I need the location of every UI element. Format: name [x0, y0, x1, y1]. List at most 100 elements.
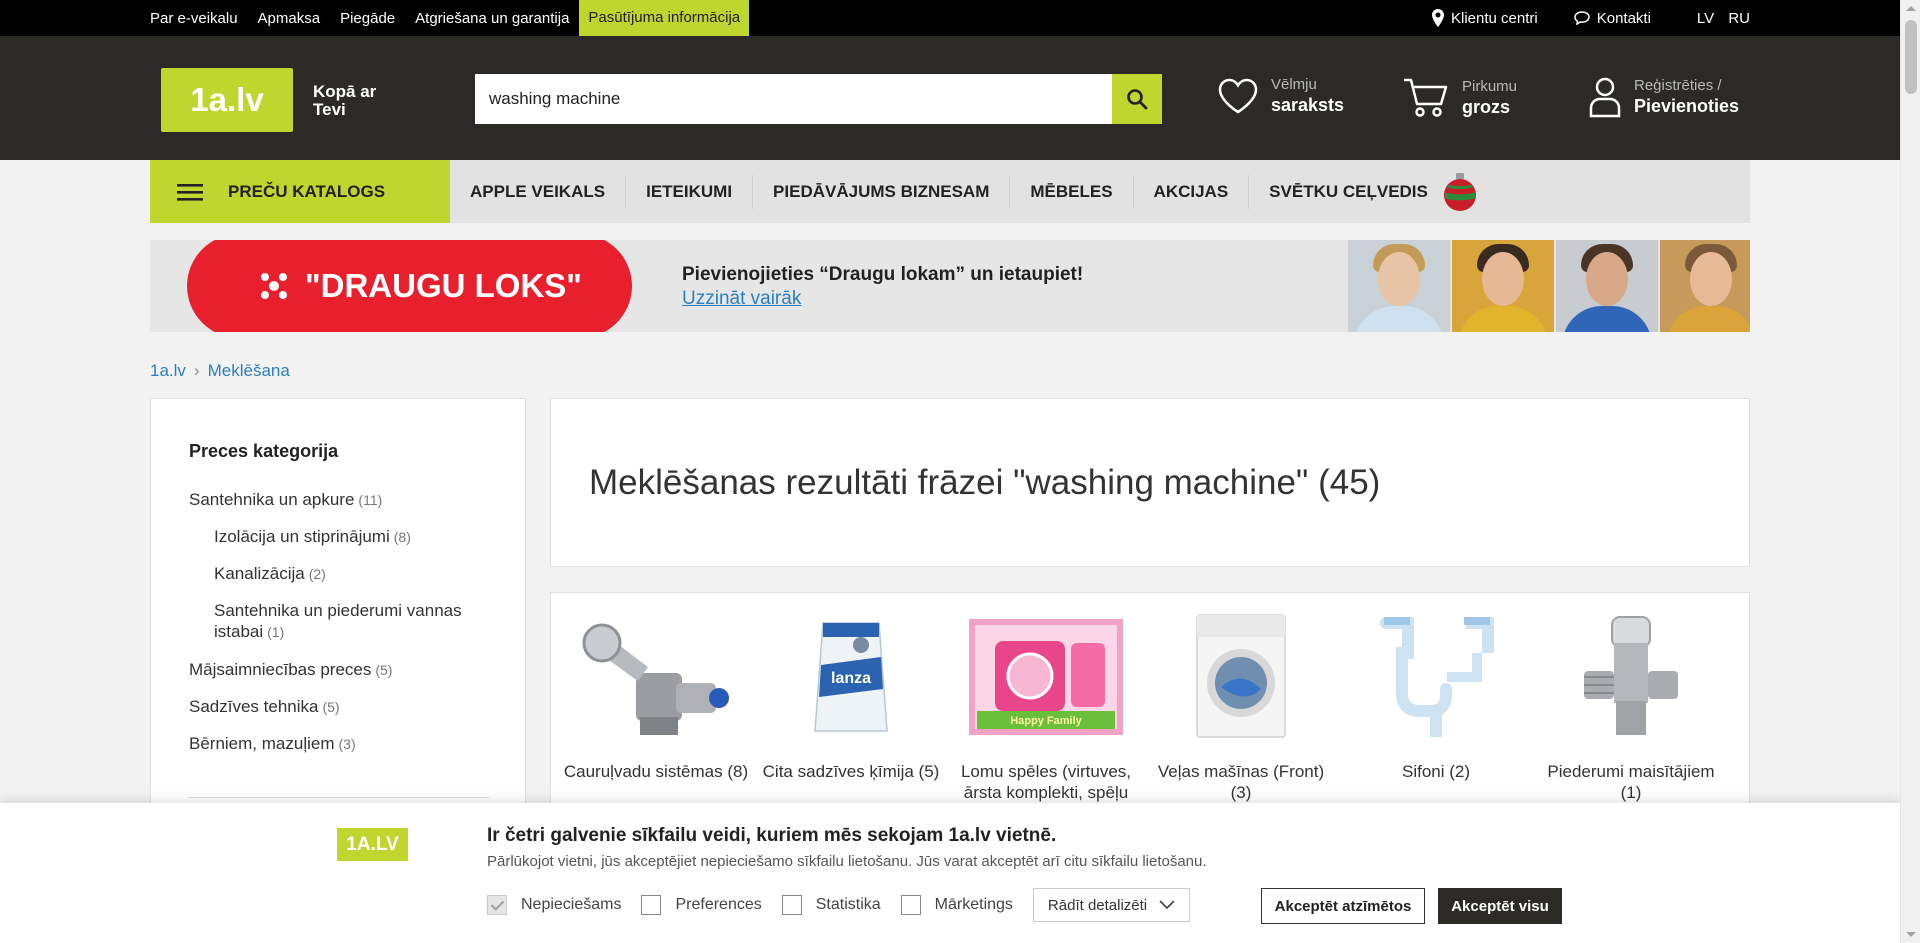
product-category-card[interactable]: Veļas mašīnas (Front) (3) — [1146, 613, 1336, 803]
product-catalog-button[interactable]: PREČU KATALOGS — [150, 160, 450, 223]
product-category-label: Lomu spēles (virtuves, ārsta komplekti, … — [960, 762, 1132, 802]
account-link[interactable]: Reģistrēties / Pievienoties — [1588, 76, 1739, 118]
product-category-card[interactable]: Sifoni (2) — [1341, 613, 1531, 782]
product-category-card[interactable]: Cauruļvadu sistēmas (8) — [561, 613, 751, 782]
nav-item-recommendations[interactable]: IETEIKUMI — [626, 174, 754, 209]
category-item[interactable]: Kanalizācija (2) — [214, 563, 326, 585]
face-photo — [1660, 240, 1750, 332]
friends-circle-icon — [261, 273, 287, 299]
category-item[interactable]: Izolācija un stiprinājumi (8) — [214, 526, 411, 548]
site-header: 1a.lv Kopā ar Tevi Vēlmju saraksts Pirku… — [0, 36, 1900, 160]
tagline-line1: Kopā ar — [313, 82, 377, 101]
search-button[interactable] — [1112, 74, 1162, 124]
christmas-ornament-icon — [1443, 172, 1476, 211]
top-link-returns[interactable]: Atgriešana un garantija — [415, 10, 569, 27]
account-label-2: Pievienoties — [1634, 96, 1740, 116]
nav-item-business[interactable]: PIEDĀVĀJUMS BIZNESAM — [753, 174, 1011, 209]
promo-banner[interactable]: "DRAUGU LOKS" Pievienojieties “Draugu lo… — [150, 240, 1750, 332]
search-input[interactable] — [475, 74, 1112, 124]
nav-items: APPLE VEIKALS IETEIKUMI PIEDĀVĀJUMS BIZN… — [450, 160, 1498, 223]
contacts-label: Kontakti — [1596, 9, 1651, 27]
accept-selected-button[interactable]: Akceptēt atzīmētos — [1261, 888, 1425, 924]
statistics-checkbox[interactable] — [781, 895, 802, 915]
category-label: Santehnika un apkure — [189, 490, 355, 509]
top-link-delivery[interactable]: Piegāde — [340, 10, 395, 27]
marketing-label: Mārketings — [934, 896, 1013, 913]
cookie-opt-statistics[interactable]: Statistika — [781, 895, 881, 915]
promo-title: "DRAUGU LOKS" — [305, 267, 582, 304]
category-item[interactable]: Santehnika un piederumi vannas istabai (1… — [214, 600, 484, 643]
location-pin-icon — [1432, 9, 1444, 27]
lang-lv[interactable]: LV — [1697, 10, 1714, 27]
product-category-card[interactable]: lanza Cita sadzīves ķīmija (5) — [756, 613, 946, 782]
product-category-label: Sifoni (2) — [1401, 762, 1471, 781]
product-category-card[interactable]: Happy Family Lomu spēles (virtuves, ārst… — [951, 613, 1141, 803]
marketing-checkbox[interactable] — [900, 895, 921, 915]
nav-item-holiday-guide[interactable]: SVĒTKU CEĻVEDIS — [1249, 172, 1498, 211]
tagline-line2: Tevi — [313, 100, 346, 119]
top-link-payment[interactable]: Apmaksa — [258, 10, 321, 27]
cart-label-1: Pirkumu — [1462, 78, 1518, 95]
preferences-checkbox[interactable] — [641, 895, 662, 915]
cookie-opt-preferences[interactable]: Preferences — [641, 895, 762, 915]
results-header: Meklēšanas rezultāti frāzei "washing mac… — [550, 398, 1750, 567]
category-item[interactable]: Mājsaimniecības preces (5) — [189, 659, 392, 681]
show-details-button[interactable]: Rādīt detalizēti — [1032, 888, 1191, 922]
product-category-image — [1341, 613, 1531, 739]
account-label-1: Reģistrēties / — [1634, 77, 1722, 94]
category-count: (1) — [267, 624, 285, 640]
promo-pill: "DRAUGU LOKS" — [187, 240, 632, 332]
promo-learn-more-link[interactable]: Uzzināt vairāk — [682, 288, 801, 310]
product-category-label: Piederumi maisītājiem (1) — [1547, 762, 1715, 802]
sidebar-heading: Preces kategorija — [189, 441, 339, 461]
cookie-description: Pārlūkojot vietni, jūs akceptējiet nepie… — [487, 853, 1207, 870]
necessary-checkbox — [487, 895, 507, 915]
sidebar-divider — [189, 797, 489, 798]
product-category-label: Veļas mašīnas (Front) (3) — [1157, 762, 1325, 802]
wishlist-link[interactable]: Vēlmju saraksts — [1217, 76, 1344, 116]
cookie-logo: 1A.LV — [337, 828, 408, 861]
wishlist-label-2: saraksts — [1271, 95, 1345, 115]
cart-link[interactable]: Pirkumu grozs — [1402, 76, 1517, 120]
menu-icon — [177, 183, 203, 201]
page-scrollbar[interactable] — [1900, 0, 1920, 943]
top-link-order-info[interactable]: Pasūtījuma informācija — [579, 0, 750, 36]
category-label: Mājsaimniecības preces — [189, 660, 372, 679]
scroll-down-arrow-icon[interactable] — [1906, 932, 1916, 937]
nav-item-furniture[interactable]: MĒBELES — [1010, 174, 1134, 209]
face-photo — [1452, 240, 1554, 332]
category-item[interactable]: Sadzīves tehnika (5) — [189, 696, 340, 718]
product-category-label: Cauruļvadu sistēmas (8) — [563, 762, 749, 781]
category-item[interactable]: Santehnika un apkure (11) — [189, 489, 382, 511]
product-category-card[interactable]: Piederumi maisītājiem (1) — [1536, 613, 1726, 803]
clients-centers-label: Klientu centri — [1451, 9, 1538, 27]
scrollbar-thumb[interactable] — [1905, 20, 1917, 94]
breadcrumb-current[interactable]: Meklēšana — [208, 361, 290, 381]
tagline: Kopā ar Tevi — [313, 83, 376, 119]
results-title: Meklēšanas rezultāti frāzei "washing mac… — [589, 463, 1381, 502]
cookie-opt-marketing[interactable]: Mārketings — [900, 895, 1013, 915]
category-label: Izolācija un stiprinājumi — [214, 527, 390, 546]
clients-centers-link[interactable]: Klientu centri — [1432, 9, 1538, 27]
cookie-options: Nepieciešams Preferences Statistika Mārk… — [487, 888, 1191, 922]
category-count: (2) — [308, 566, 326, 582]
lang-ru[interactable]: RU — [1728, 10, 1750, 27]
site-logo[interactable]: 1a.lv — [161, 68, 293, 132]
preferences-label: Preferences — [675, 896, 762, 913]
breadcrumb-home[interactable]: 1a.lv — [150, 361, 186, 381]
category-count: (11) — [358, 492, 383, 508]
cookie-consent-bar: 1A.LV Ir četri galvenie sīkfailu veidi, … — [0, 803, 1900, 943]
nav-item-apple[interactable]: APPLE VEIKALS — [450, 174, 627, 209]
product-category-image — [1536, 613, 1726, 739]
catalog-label: PREČU KATALOGS — [228, 181, 386, 201]
category-item[interactable]: Bērniem, mazuļiem (3) — [189, 733, 356, 755]
contacts-link[interactable]: Kontakti — [1573, 9, 1651, 27]
show-details-label: Rādīt detalizēti — [1047, 896, 1148, 914]
cookie-title: Ir četri galvenie sīkfailu veidi, kuriem… — [487, 825, 1057, 846]
scroll-up-arrow-icon[interactable] — [1906, 6, 1916, 11]
top-link-about[interactable]: Par e-veikalu — [150, 10, 238, 27]
nav-item-promotions[interactable]: AKCIJAS — [1134, 174, 1250, 209]
cart-icon — [1404, 78, 1448, 117]
accept-all-button[interactable]: Akceptēt visu — [1438, 888, 1562, 924]
promo-message: Pievienojieties “Draugu lokam” un ietaup… — [682, 264, 1084, 285]
